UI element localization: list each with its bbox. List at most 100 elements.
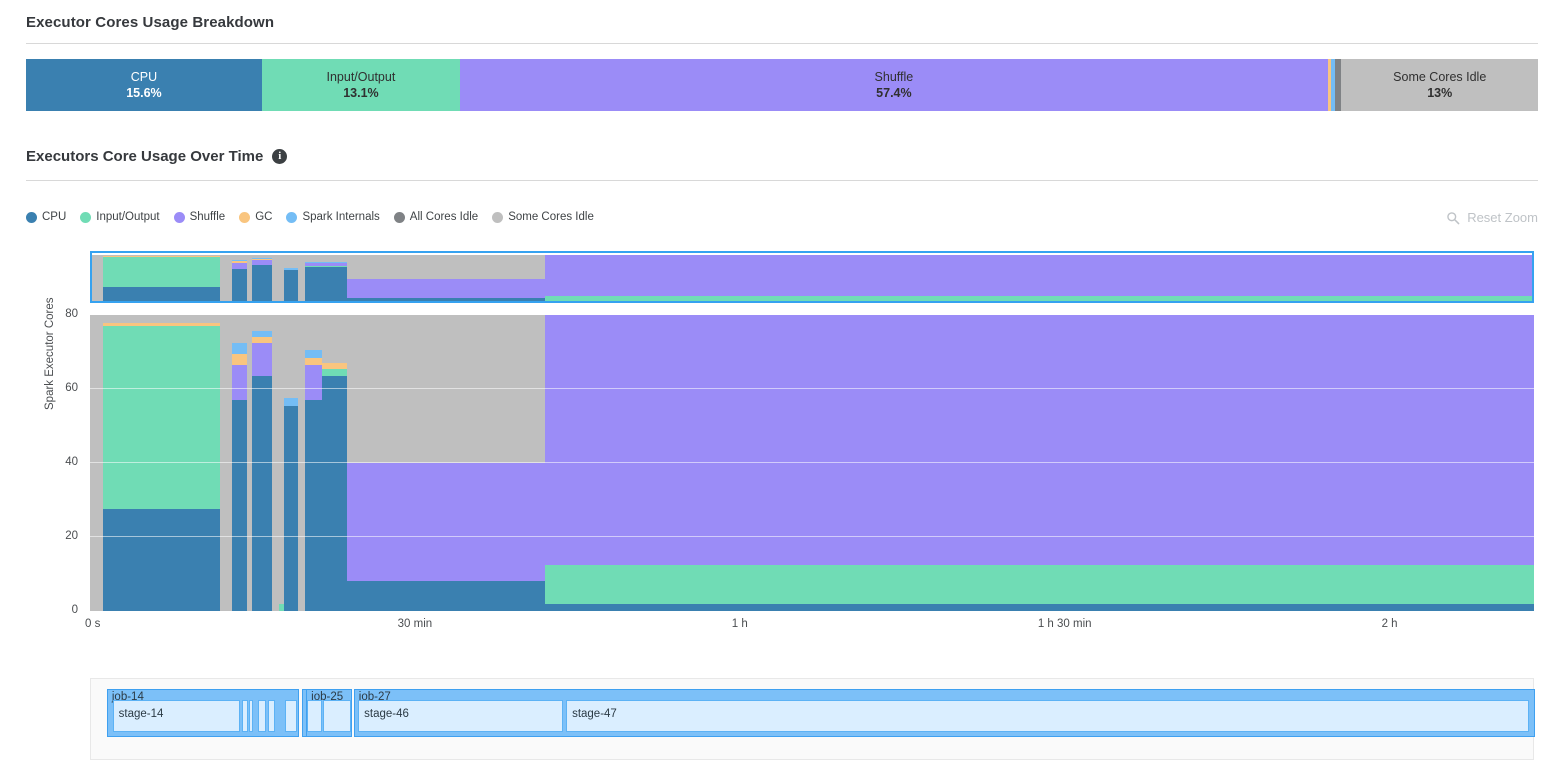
usage-column[interactable] — [252, 255, 273, 303]
usage-segment-spark-internals — [231, 342, 248, 354]
breakdown-segment-label: CPU — [130, 70, 158, 84]
usage-column[interactable] — [102, 255, 221, 303]
usage-segment-cpu — [231, 400, 248, 611]
stage-bar-stage-47[interactable]: stage-47 — [566, 700, 1530, 732]
usage-segment-some-cores-idle — [322, 315, 348, 364]
y-axis-tick-label: 0 — [71, 604, 78, 616]
stage-bar[interactable] — [267, 700, 276, 732]
breakdown-segment-value: 15.6% — [126, 86, 162, 100]
legend-label: Spark Internals — [302, 211, 380, 223]
usage-segment-cpu — [544, 603, 1534, 611]
chart-overview-brush[interactable] — [90, 251, 1534, 303]
breakdown-segment-value: 13.1% — [343, 86, 379, 100]
usage-segment-gc — [102, 323, 221, 327]
usage-column[interactable] — [271, 255, 285, 303]
usage-segment-shuffle — [347, 279, 546, 299]
usage-segment-io — [102, 326, 221, 510]
breakdown-segment-value: 13% — [1427, 86, 1453, 100]
reset-zoom-button[interactable]: Reset Zoom — [1446, 210, 1538, 225]
usage-segment-shuffle — [347, 463, 546, 582]
breakdown-segment-some-cores-idle[interactable]: Some Cores Idle 13% — [1341, 59, 1538, 111]
y-axis-tick-label: 20 — [65, 530, 78, 542]
usage-column[interactable] — [231, 315, 248, 611]
usage-segment-gc — [305, 357, 324, 365]
breakdown-segment-value: 57.4% — [876, 86, 912, 100]
info-icon[interactable]: i — [272, 149, 288, 164]
breakdown-segment-input-output[interactable]: Input/Output 13.1% — [261, 59, 460, 111]
usage-column[interactable] — [305, 315, 324, 611]
stage-bar-stage-14[interactable]: stage-14 — [112, 700, 240, 732]
usage-segment-cpu — [252, 264, 273, 303]
usage-segment-some-cores-idle — [305, 315, 324, 351]
usage-over-time-divider — [26, 180, 1538, 181]
core-usage-plot[interactable] — [90, 315, 1534, 611]
legend-item-cpu[interactable]: CPU — [26, 211, 66, 223]
y-axis-tick-label: 80 — [65, 308, 78, 320]
stage-bar[interactable] — [249, 700, 253, 732]
usage-column[interactable] — [284, 315, 299, 611]
usage-segment-shuffle — [305, 364, 324, 401]
stage-bar[interactable] — [285, 700, 297, 732]
usage-column[interactable] — [102, 315, 221, 611]
usage-column[interactable] — [219, 255, 233, 303]
legend-color-dot-icon — [26, 211, 37, 223]
usage-segment-some-cores-idle — [90, 255, 104, 303]
breakdown-segment-cpu[interactable]: CPU 15.6% — [26, 59, 262, 111]
usage-segment-gc — [231, 261, 248, 264]
stage-bar[interactable] — [323, 700, 351, 732]
usage-column[interactable] — [219, 315, 233, 611]
gridline — [90, 536, 1534, 537]
breakdown-segment-shuffle[interactable]: Shuffle 57.4% — [459, 59, 1328, 111]
usage-column[interactable] — [90, 255, 104, 303]
usage-segment-spark-internals — [252, 330, 273, 337]
chart-legend: CPU Input/Output Shuffle GC Spark Internals A… — [26, 211, 594, 223]
usage-segment-some-cores-idle — [102, 255, 221, 257]
usage-segment-io — [544, 564, 1534, 604]
usage-column[interactable] — [231, 255, 248, 303]
usage-segment-some-cores-idle — [219, 315, 233, 611]
usage-column[interactable] — [544, 255, 1534, 303]
usage-column[interactable] — [347, 315, 546, 611]
usage-column[interactable] — [252, 315, 273, 611]
stage-bar[interactable] — [241, 700, 248, 732]
usage-segment-cpu — [102, 286, 221, 303]
usage-over-time-section-title: Executors Core Usage Over Time i — [26, 148, 288, 165]
usage-column[interactable] — [322, 315, 348, 611]
usage-segment-spark-internals — [284, 397, 299, 406]
legend-item-some-cores-idle[interactable]: Some Cores Idle — [492, 211, 594, 223]
usage-segment-gc — [252, 336, 273, 343]
legend-color-dot-icon — [173, 211, 185, 223]
usage-column[interactable] — [347, 255, 546, 303]
gridline — [90, 462, 1534, 463]
usage-segment-shuffle — [305, 263, 348, 267]
legend-item-all-cores-idle[interactable]: All Cores Idle — [393, 211, 478, 223]
legend-item-input-output[interactable]: Input/Output — [80, 211, 160, 223]
usage-segment-cpu — [284, 405, 299, 611]
stage-bar[interactable] — [257, 700, 267, 732]
legend-item-gc[interactable]: GC — [239, 211, 272, 223]
usage-segment-some-cores-idle — [284, 315, 299, 398]
legend-item-spark-internals[interactable]: Spark Internals — [286, 211, 380, 223]
legend-item-shuffle[interactable]: Shuffle — [173, 211, 225, 223]
job-stage-timeline[interactable]: job-14 job-25 job-27 stage-14 stage-46 stage-… — [90, 678, 1535, 760]
usage-segment-io — [544, 295, 1534, 302]
usage-segment-spark-internals — [252, 257, 273, 259]
usage-column[interactable] — [284, 255, 299, 303]
usage-segment-cpu — [305, 267, 348, 303]
usage-segment-shuffle — [544, 255, 1534, 296]
legend-label: Input/Output — [96, 211, 160, 223]
legend-label: CPU — [42, 211, 67, 223]
usage-column[interactable] — [305, 255, 348, 303]
usage-segment-shuffle — [252, 342, 273, 377]
stage-bar-stage-46[interactable]: stage-46 — [358, 700, 564, 732]
usage-segment-some-cores-idle — [347, 315, 546, 463]
usage-column[interactable] — [544, 315, 1534, 611]
usage-over-time-title-text: Executors Core Usage Over Time — [26, 148, 264, 165]
stage-bar[interactable] — [306, 700, 323, 732]
legend-label: GC — [255, 211, 273, 223]
usage-segment-cpu — [231, 268, 248, 303]
breakdown-segment-label: Some Cores Idle — [1393, 70, 1487, 84]
breakdown-divider — [26, 43, 1538, 44]
usage-segment-io — [322, 369, 348, 377]
executor-cores-breakdown-bar[interactable]: CPU 15.6% Input/Output 13.1% Shuffle 57.4% Som… — [26, 59, 1538, 111]
